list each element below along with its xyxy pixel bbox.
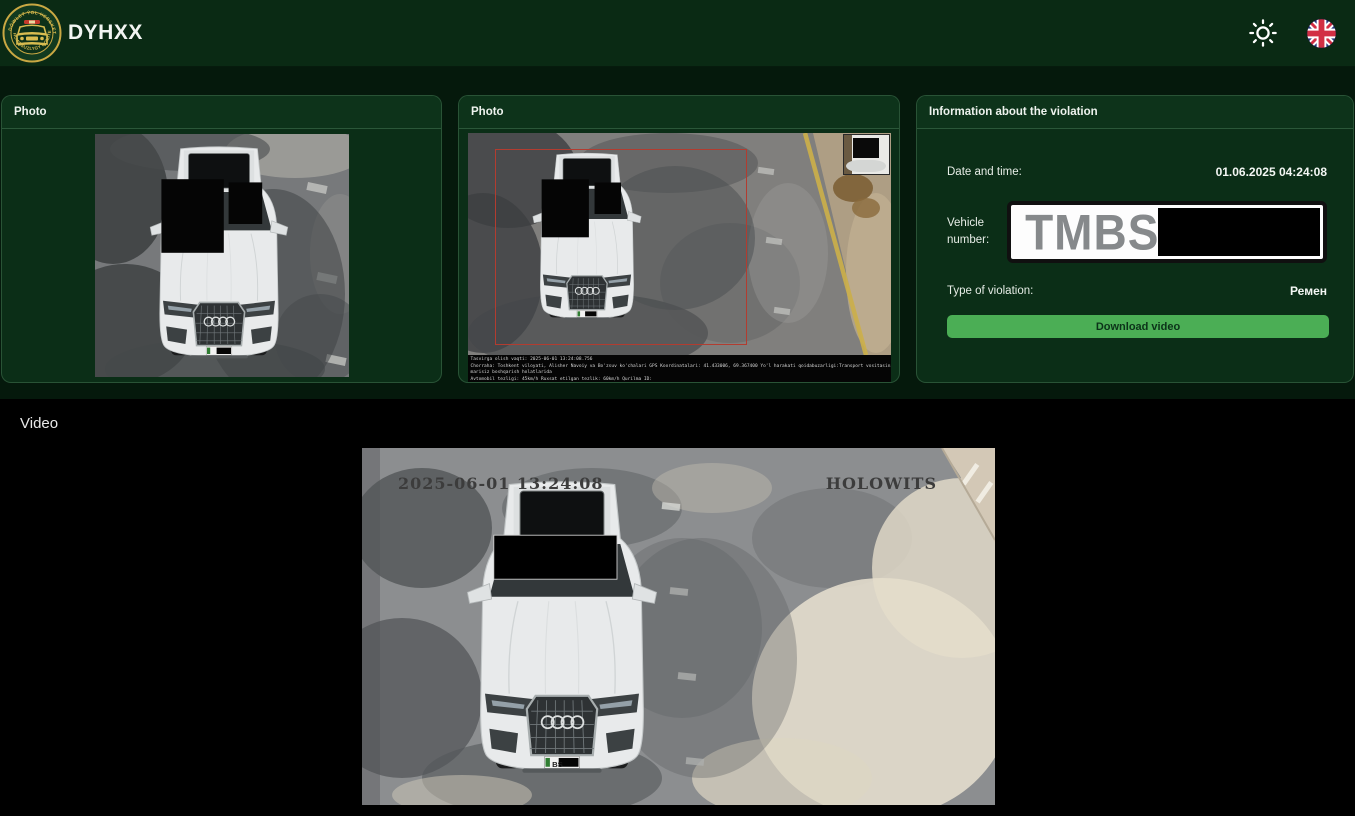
detection-bounding-box bbox=[494, 149, 747, 345]
photo-caption-overlay: Tasvirga olish vaqti: 2025-06-01 13:24:0… bbox=[467, 355, 891, 382]
photo-closeup-scene bbox=[94, 134, 349, 377]
photo-panel-center: Photo Tasvirga olish vaqti: 2025-06-01 1… bbox=[458, 95, 900, 383]
plate-redaction-box bbox=[1157, 208, 1320, 256]
app-header: DÖWLET ÝOL HEREKETI HOWPSUZLYGY KOMITETI bbox=[0, 0, 1355, 67]
sun-icon bbox=[1249, 19, 1277, 47]
violation-type-value: Ремен bbox=[1289, 284, 1327, 298]
caption-line: Avtomobil tezligi: 45km/h Ruxsat etilgan… bbox=[470, 376, 653, 382]
agency-logo[interactable]: DÖWLET ÝOL HEREKETI HOWPSUZLYGY KOMITETI bbox=[1, 0, 62, 63]
download-video-button[interactable]: Download video bbox=[947, 315, 1329, 338]
video-frame-scene: BS bbox=[322, 447, 1052, 816]
page-top-area: DÖWLET ÝOL HEREKETI HOWPSUZLYGY KOMITETI bbox=[0, 0, 1355, 399]
license-plate-image: TMBS bbox=[1007, 201, 1327, 263]
agency-logo-emblem: DÖWLET ÝOL HEREKETI HOWPSUZLYGY KOMITETI bbox=[1, 0, 62, 63]
plate-prefix-text: TMBS bbox=[1025, 203, 1160, 261]
info-panel-title: Information about the violation bbox=[917, 96, 1353, 129]
violation-info-panel: Information about the violation Date and… bbox=[916, 95, 1354, 383]
uk-flag-icon bbox=[1306, 18, 1336, 48]
video-player[interactable]: BS 2025-06-01 13:24:08 HOLOWITS bbox=[322, 447, 1052, 816]
plate-crop-thumbnail bbox=[842, 134, 890, 175]
theme-toggle-button[interactable] bbox=[1243, 13, 1283, 53]
photo-center-title: Photo bbox=[459, 96, 899, 129]
photo-panel-left: Photo bbox=[1, 95, 442, 383]
video-section-title: Video bbox=[20, 415, 59, 432]
video-plate-letters: BS bbox=[552, 760, 563, 769]
photo-left-title: Photo bbox=[2, 96, 441, 129]
cards-row: Photo Photo Tasvirga olish vaqti: 2025-0… bbox=[0, 67, 1355, 383]
date-time-value: 01.06.2025 04:24:08 bbox=[1215, 165, 1327, 179]
camera-watermark: HOLOWITS bbox=[825, 474, 937, 493]
app-title: DYHXX bbox=[68, 21, 143, 44]
date-time-label: Date and time: bbox=[947, 166, 1022, 178]
violation-type-label: Type of violation: bbox=[947, 285, 1034, 297]
language-switcher[interactable] bbox=[1301, 13, 1341, 53]
violation-photo-closeup bbox=[94, 134, 349, 377]
vehicle-number-label: Vehicle number: bbox=[947, 217, 990, 246]
violation-photo-wide: Tasvirga olish vaqti: 2025-06-01 13:24:0… bbox=[467, 133, 891, 382]
video-section: Video BS 2025-06-01 13:24:08 HOLOWITS bbox=[0, 399, 1355, 816]
video-timestamp-overlay: 2025-06-01 13:24:08 bbox=[398, 474, 604, 493]
